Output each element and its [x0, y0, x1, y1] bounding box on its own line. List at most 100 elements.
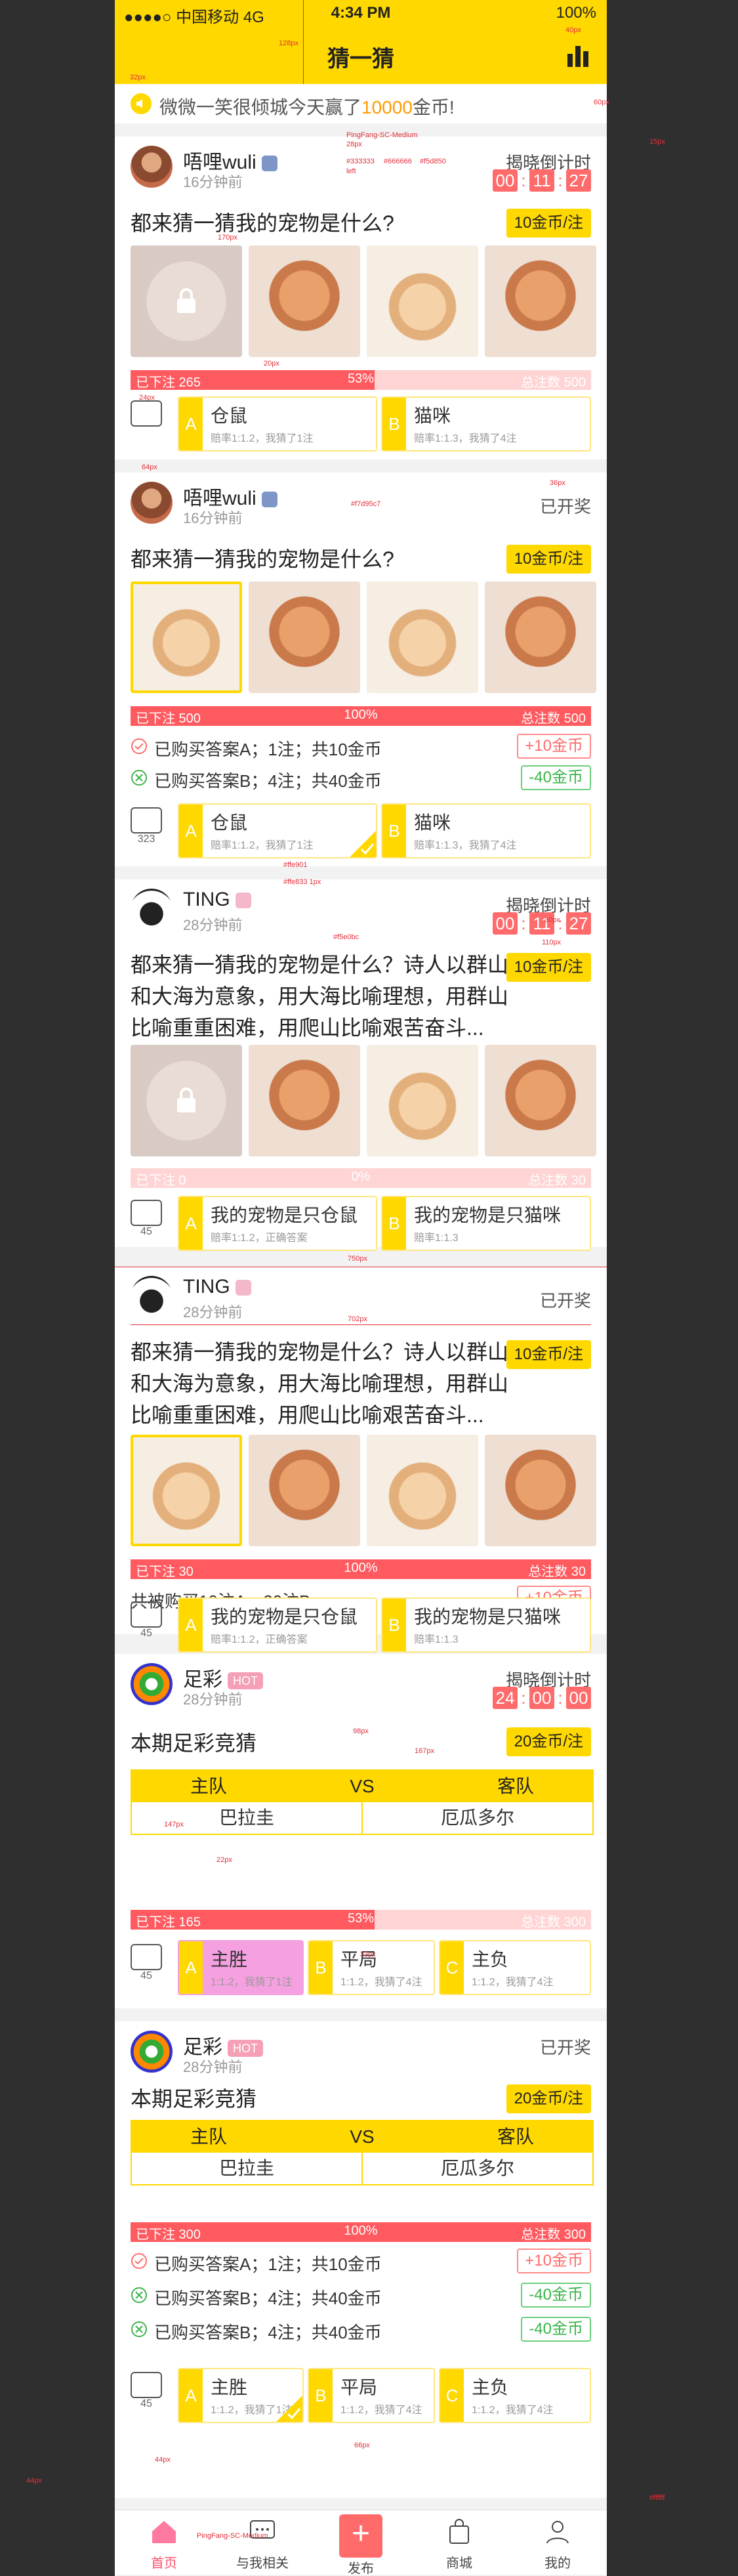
spec-annotation: 30px	[544, 916, 560, 924]
tab-home[interactable]: 首页	[115, 2510, 213, 2575]
spec-annotation: 66px	[354, 2441, 370, 2449]
measure-line	[131, 1324, 591, 1325]
countdown-timer: 00:11:27	[493, 912, 591, 935]
chat-icon	[131, 2372, 162, 2398]
away-team: 厄瓜多尔	[440, 1807, 514, 1828]
photo-grid	[131, 1435, 596, 1546]
bag-icon	[449, 2519, 469, 2544]
clock: 4:34 PM	[331, 4, 391, 22]
avatar[interactable]	[131, 1663, 173, 1705]
spec-annotation: 128px	[279, 39, 298, 47]
status-bar: ●●●●○ 中国移动 4G 4:34 PM 100%	[115, 0, 607, 26]
tab-publish[interactable]: + 发布	[312, 2510, 410, 2576]
comment-button[interactable]: 45	[131, 2372, 162, 2410]
photo[interactable]	[485, 1435, 596, 1546]
option-b-button[interactable]: B 猫咪 赔率1:1.3，我猜了4注	[381, 803, 591, 858]
spec-annotation: 24px	[139, 394, 155, 402]
avatar[interactable]	[131, 1276, 173, 1318]
post-time: 28分钟前	[183, 917, 243, 933]
option-a-button[interactable]: A 主胜 1:1.2，我猜了1注	[178, 1940, 304, 1995]
tab-related[interactable]: 与我相关	[213, 2510, 312, 2575]
spec-annotation: #f5d850	[420, 158, 446, 165]
comment-button[interactable]	[131, 400, 162, 427]
spec-annotation: 64px	[142, 463, 157, 471]
spec-annotation: 44px	[26, 2477, 42, 2485]
price-tag: 10金币/注	[506, 1340, 591, 1369]
photo[interactable]	[367, 245, 478, 357]
bet-progress-bar: 已下注 300 100% 总注数 300	[131, 2222, 591, 2242]
plus-icon: +	[339, 2514, 382, 2558]
gain-badge: +10金币	[517, 734, 591, 759]
ranking-icon[interactable]	[565, 42, 591, 68]
price-tag: 10金币/注	[506, 545, 591, 574]
photo[interactable]	[249, 581, 360, 693]
photo[interactable]	[485, 245, 596, 357]
option-b-button[interactable]: B 我的宠物是只猫咪 赔率1:1.3	[381, 1196, 591, 1251]
loss-badge: -40金币	[521, 765, 591, 790]
question-text: 都来猜一猜我的宠物是什么？诗人以群山和大海为意象，用大海比喻理想，用群山比喻重重…	[131, 1340, 509, 1427]
cross-circle-icon	[131, 770, 147, 786]
option-b-button[interactable]: B 平局 1:1.2，我猜了4注	[308, 1940, 435, 1995]
option-b-button[interactable]: B 平局 1:1.2，我猜了4注	[308, 2368, 435, 2423]
photo[interactable]	[249, 1045, 360, 1156]
comment-button[interactable]: 45	[131, 1200, 162, 1238]
avatar[interactable]	[131, 482, 173, 524]
photo-selected[interactable]	[131, 581, 242, 693]
spec-annotation: #333333	[346, 158, 375, 165]
option-b-button[interactable]: B 猫咪 赔率1:1.3，我猜了4注	[381, 396, 591, 452]
photo[interactable]	[249, 245, 360, 357]
spec-annotation: #ffe901	[283, 861, 308, 869]
spec-annotation: PingFang-SC-Medium	[346, 131, 418, 139]
photo-locked[interactable]	[131, 245, 242, 357]
tab-shop[interactable]: 商城	[410, 2510, 508, 2575]
option-c-button[interactable]: C 主负 1:1.2，我猜了4注	[439, 1940, 591, 1995]
guess-card: 唔哩wuli 16分钟前 揭晓倒计时 00:11:27 都来猜一猜我的宠物是什么…	[115, 137, 607, 459]
comment-button[interactable]: 45	[131, 1601, 162, 1639]
option-c-button[interactable]: C 主负 1:1.2，我猜了4注	[439, 2368, 591, 2423]
avatar[interactable]	[131, 889, 173, 931]
photo[interactable]	[485, 1045, 596, 1156]
cross-circle-icon	[131, 2287, 147, 2303]
avatar[interactable]	[131, 2031, 173, 2073]
option-a-button[interactable]: A 仓鼠 赔率1:1.2，我猜了1注	[178, 803, 377, 858]
option-a-button[interactable]: A 仓鼠 赔率1:1.2，我猜了1注	[178, 396, 377, 452]
notice-bar[interactable]: 微微一笑很倾城今天赢了10000金币!	[115, 84, 607, 123]
spec-annotation: 98px	[353, 1727, 369, 1735]
photo-selected[interactable]	[131, 1435, 242, 1546]
spec-annotation: 167px	[415, 1747, 434, 1755]
football-card: 足彩 HOT 28分钟前 已开奖 本期足彩竞猜 20金币/注 主队 VS 客队 巴拉圭…	[115, 2021, 607, 2498]
result-row: 已购买答案A；1注；共10金币 +10金币	[131, 2247, 591, 2276]
comment-button[interactable]: 45	[131, 1944, 162, 1982]
lock-icon	[177, 1087, 195, 1112]
comment-button[interactable]: 323	[131, 807, 162, 845]
spec-annotation: 110px	[542, 939, 562, 946]
notice-text: 微微一笑很倾城今天赢了10000金币!	[159, 97, 455, 117]
option-a-button[interactable]: A 主胜 1:1.2，我猜了1注	[178, 2368, 304, 2423]
photo[interactable]	[485, 581, 596, 693]
battery-label: 100%	[556, 4, 596, 22]
photo[interactable]	[367, 1435, 478, 1546]
price-tag: 20金币/注	[506, 2084, 591, 2113]
card-4-options: 45 A 我的宠物是只仓鼠 赔率1:1.2，正确答案 B 我的宠物是只猫咪 赔率1:1.…	[115, 1595, 607, 1653]
username[interactable]: TING	[183, 1276, 251, 1298]
home-label: 主队	[190, 1776, 227, 1796]
photo[interactable]	[367, 1045, 478, 1156]
spec-annotation: #ffe833 1px	[283, 878, 321, 886]
option-a-button[interactable]: A 我的宠物是只仓鼠 赔率1:1.2，正确答案	[178, 1597, 377, 1653]
option-b-button[interactable]: B 我的宠物是只猫咪 赔率1:1.3	[381, 1597, 591, 1653]
gender-badge-icon	[235, 893, 251, 909]
photo[interactable]	[249, 1435, 360, 1546]
speaker-icon	[131, 93, 152, 114]
guess-card: 唔哩wuli 16分钟前 已开奖 都来猜一猜我的宠物是什么? 10金币/注 已下…	[115, 473, 607, 866]
home-icon	[152, 2521, 176, 2543]
spec-annotation: 28px	[346, 140, 362, 148]
avatar[interactable]	[131, 146, 173, 188]
spec-annotation: #ffffff	[649, 2494, 665, 2502]
photo[interactable]	[367, 581, 478, 693]
option-a-button[interactable]: A 我的宠物是只仓鼠 赔率1:1.2，正确答案	[178, 1196, 377, 1251]
photo-locked[interactable]	[131, 1045, 242, 1156]
result-row: 已购买答案B；4注；共40金币 -40金币	[131, 2281, 591, 2310]
tab-mine[interactable]: 我的	[508, 2510, 607, 2575]
username[interactable]: TING	[183, 889, 251, 911]
spec-annotation: 36px	[550, 479, 565, 487]
